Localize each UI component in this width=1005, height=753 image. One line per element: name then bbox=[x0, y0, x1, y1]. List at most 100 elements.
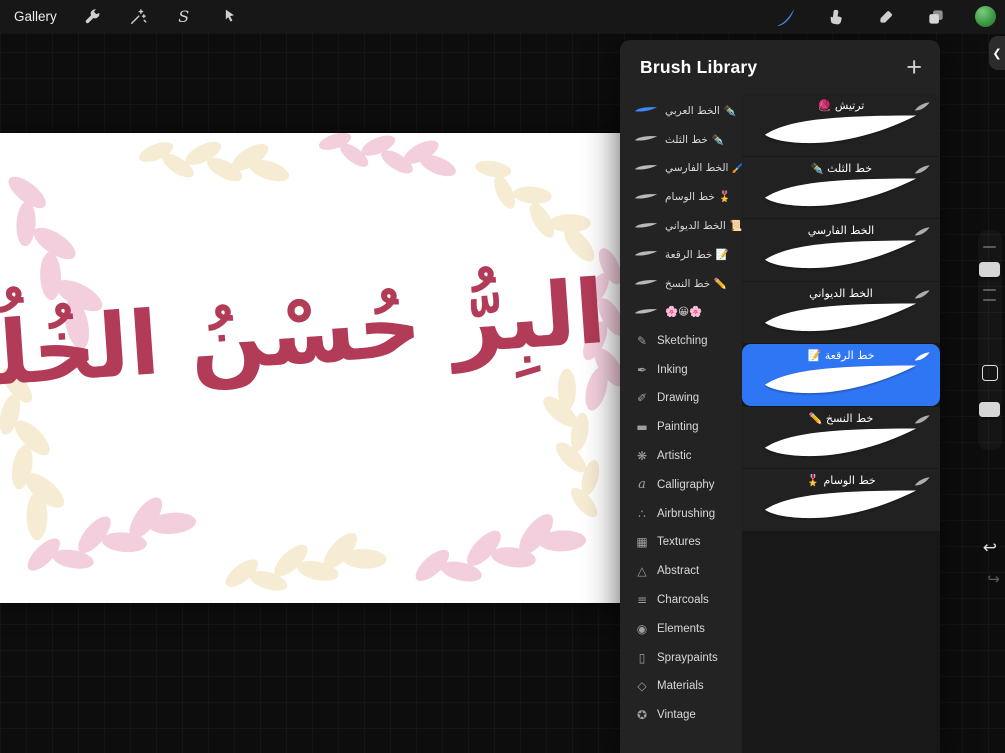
layers-icon[interactable] bbox=[925, 6, 947, 28]
airbrush-icon: ∴ bbox=[638, 506, 646, 521]
category-item-textures[interactable]: ▦ Textures bbox=[620, 528, 742, 557]
add-brush-button[interactable]: + bbox=[906, 54, 922, 81]
brush-tool-icon[interactable] bbox=[775, 6, 797, 28]
brush-set-label: الخط الفارسي 🖌️ bbox=[665, 162, 742, 175]
category-item-sketching[interactable]: ✎ Sketching bbox=[620, 326, 742, 355]
brush-set-thumbnail-icon bbox=[634, 222, 658, 228]
gallery-button[interactable]: Gallery bbox=[14, 9, 57, 24]
category-item-elements[interactable]: ◉ Elements bbox=[620, 614, 742, 643]
brush-item-khat-al-wisam[interactable]: خط الوسام 🎖️ bbox=[742, 469, 940, 531]
color-swatch[interactable] bbox=[975, 6, 996, 27]
smudge-tool-icon[interactable] bbox=[825, 6, 847, 28]
abstract-triangle-icon: △ bbox=[637, 564, 647, 579]
category-item-painting[interactable]: ▬ Painting bbox=[620, 413, 742, 442]
eraser-tool-icon[interactable] bbox=[875, 6, 897, 28]
brush-item-khat-al-thuluth[interactable]: خط الثلث ✒️ bbox=[742, 156, 940, 218]
brush-size-slider-handle[interactable] bbox=[979, 262, 1000, 277]
category-item-vintage[interactable]: ✪ Vintage bbox=[620, 701, 742, 730]
category-item-artistic[interactable]: ❋ Artistic bbox=[620, 442, 742, 471]
category-item-airbrushing[interactable]: ∴ Airbrushing bbox=[620, 499, 742, 528]
adjustments-wand-icon[interactable] bbox=[127, 6, 149, 28]
brush-stroke-preview bbox=[764, 303, 917, 331]
brush-name: ترتيش 🧶 bbox=[817, 99, 865, 112]
brush-name: الخط الديواني bbox=[809, 286, 873, 300]
actions-wrench-icon[interactable] bbox=[81, 6, 103, 28]
brush-set-item-al-khat-al-arabi[interactable]: الخط العربي ✒️ bbox=[620, 96, 742, 125]
brush-set-item-al-khat-al-farsi[interactable]: الخط الفارسي 🖌️ bbox=[620, 154, 742, 183]
toolbar-left-group: Gallery S bbox=[0, 6, 241, 28]
brush-set-item-khat-al-naskh[interactable]: خط النسخ ✏️ bbox=[620, 269, 742, 298]
side-control-bar: ↩ ↪ bbox=[975, 210, 1005, 630]
brush-stroke-preview bbox=[764, 115, 917, 144]
brush-set-label: خط النسخ ✏️ bbox=[665, 277, 727, 290]
brush-list: ترتيش 🧶 خط الثلث ✒️ الخط الفارسي الخط ال… bbox=[742, 94, 940, 753]
brush-set-label: 🌸😀🌸 bbox=[665, 306, 703, 319]
artistic-star-icon: ❋ bbox=[636, 448, 648, 463]
brush-set-label: الخط الديواني 📜 bbox=[665, 220, 742, 233]
brush-stroke-preview bbox=[764, 428, 917, 456]
brush-set-item-khat-al-thuluth[interactable]: خط الثلث ✒️ bbox=[620, 125, 742, 154]
category-label: Calligraphy bbox=[657, 478, 715, 491]
ink-nib-icon: ✒ bbox=[636, 362, 648, 377]
modify-button[interactable] bbox=[982, 365, 998, 381]
brush-item-al-khat-al-diwani[interactable]: الخط الديواني bbox=[742, 281, 940, 343]
category-item-abstract[interactable]: △ Abstract bbox=[620, 557, 742, 586]
slider-tick bbox=[983, 289, 996, 291]
category-label: Vintage bbox=[657, 709, 696, 722]
texture-grid-icon: ▦ bbox=[636, 535, 648, 550]
brush-stroke-preview bbox=[764, 365, 917, 394]
sidebar-collapse-handle[interactable]: ❮ bbox=[989, 36, 1005, 70]
category-label: Inking bbox=[657, 363, 688, 376]
category-item-calligraphy[interactable]: a Calligraphy bbox=[620, 470, 742, 499]
category-label: Sketching bbox=[657, 334, 708, 347]
category-label: Spraypaints bbox=[657, 651, 718, 664]
elements-sphere-icon: ◉ bbox=[636, 621, 648, 636]
brush-set-label: خط الوسام 🎖️ bbox=[665, 191, 732, 204]
category-item-charcoals[interactable]: ≡ Charcoals bbox=[620, 586, 742, 615]
selection-icon[interactable]: S bbox=[173, 6, 195, 28]
brush-library-panel: Brush Library + الخط العربي ✒️ خط الثلث … bbox=[620, 40, 940, 753]
brush-stroke-preview bbox=[764, 178, 917, 206]
brush-library-title: Brush Library bbox=[640, 56, 758, 77]
brush-set-thumbnail-icon bbox=[634, 136, 658, 141]
category-label: Elements bbox=[657, 622, 705, 635]
category-item-spraypaints[interactable]: ▯ Spraypaints bbox=[620, 643, 742, 672]
vintage-star-icon: ✪ bbox=[636, 708, 648, 723]
slider-tick bbox=[983, 299, 996, 301]
calligraphy-letter-icon: a bbox=[638, 477, 646, 493]
brush-set-thumbnail-icon bbox=[634, 107, 658, 112]
drawing-pen-icon: ✐ bbox=[636, 391, 648, 406]
brush-item-tartish[interactable]: ترتيش 🧶 bbox=[742, 94, 940, 156]
brush-item-khat-al-naskh[interactable]: خط النسخ ✏️ bbox=[742, 406, 940, 468]
charcoal-lines-icon: ≡ bbox=[636, 592, 648, 607]
brush-set-item-emoji-set[interactable]: 🌸😀🌸 bbox=[620, 298, 742, 327]
brush-item-al-khat-al-farsi[interactable]: الخط الفارسي bbox=[742, 219, 940, 281]
category-item-materials[interactable]: ◇ Materials bbox=[620, 672, 742, 701]
category-label: Painting bbox=[657, 421, 699, 434]
category-item-drawing[interactable]: ✐ Drawing bbox=[620, 384, 742, 413]
brush-stroke-preview bbox=[764, 490, 917, 519]
chevron-left-icon: ❮ bbox=[992, 46, 1002, 60]
top-toolbar: Gallery S bbox=[0, 0, 1005, 33]
slider-tick bbox=[983, 246, 996, 248]
category-label: Artistic bbox=[657, 449, 692, 462]
brush-set-item-al-khat-al-diwani[interactable]: الخط الديواني 📜 bbox=[620, 211, 742, 240]
brush-set-item-khat-al-ruqah[interactable]: خط الرقعة 📝 bbox=[620, 240, 742, 269]
spraycan-icon: ▯ bbox=[638, 650, 646, 665]
brush-set-thumbnail-icon bbox=[634, 165, 658, 170]
brush-set-item-khat-al-wisam[interactable]: خط الوسام 🎖️ bbox=[620, 182, 742, 211]
brush-name: خط الرقعة 📝 bbox=[807, 349, 875, 362]
category-item-inking[interactable]: ✒ Inking bbox=[620, 355, 742, 384]
opacity-slider-handle[interactable] bbox=[979, 402, 1000, 417]
category-label: Textures bbox=[657, 536, 701, 549]
brush-item-khat-al-ruqah-selected[interactable]: خط الرقعة 📝 bbox=[742, 344, 940, 406]
materials-gem-icon: ◇ bbox=[637, 679, 647, 694]
transform-arrow-icon[interactable] bbox=[219, 6, 241, 28]
brush-name: خط الوسام 🎖️ bbox=[806, 474, 876, 487]
brush-name: الخط الفارسي bbox=[807, 224, 875, 237]
undo-button[interactable]: ↩ bbox=[983, 540, 997, 557]
category-label: Drawing bbox=[657, 392, 700, 405]
artwork-canvas[interactable]: البِرُّ حُسْنُ الخُلُقِ bbox=[0, 133, 640, 603]
brush-library-header: Brush Library + bbox=[620, 40, 940, 94]
redo-button[interactable]: ↪ bbox=[987, 572, 1000, 587]
